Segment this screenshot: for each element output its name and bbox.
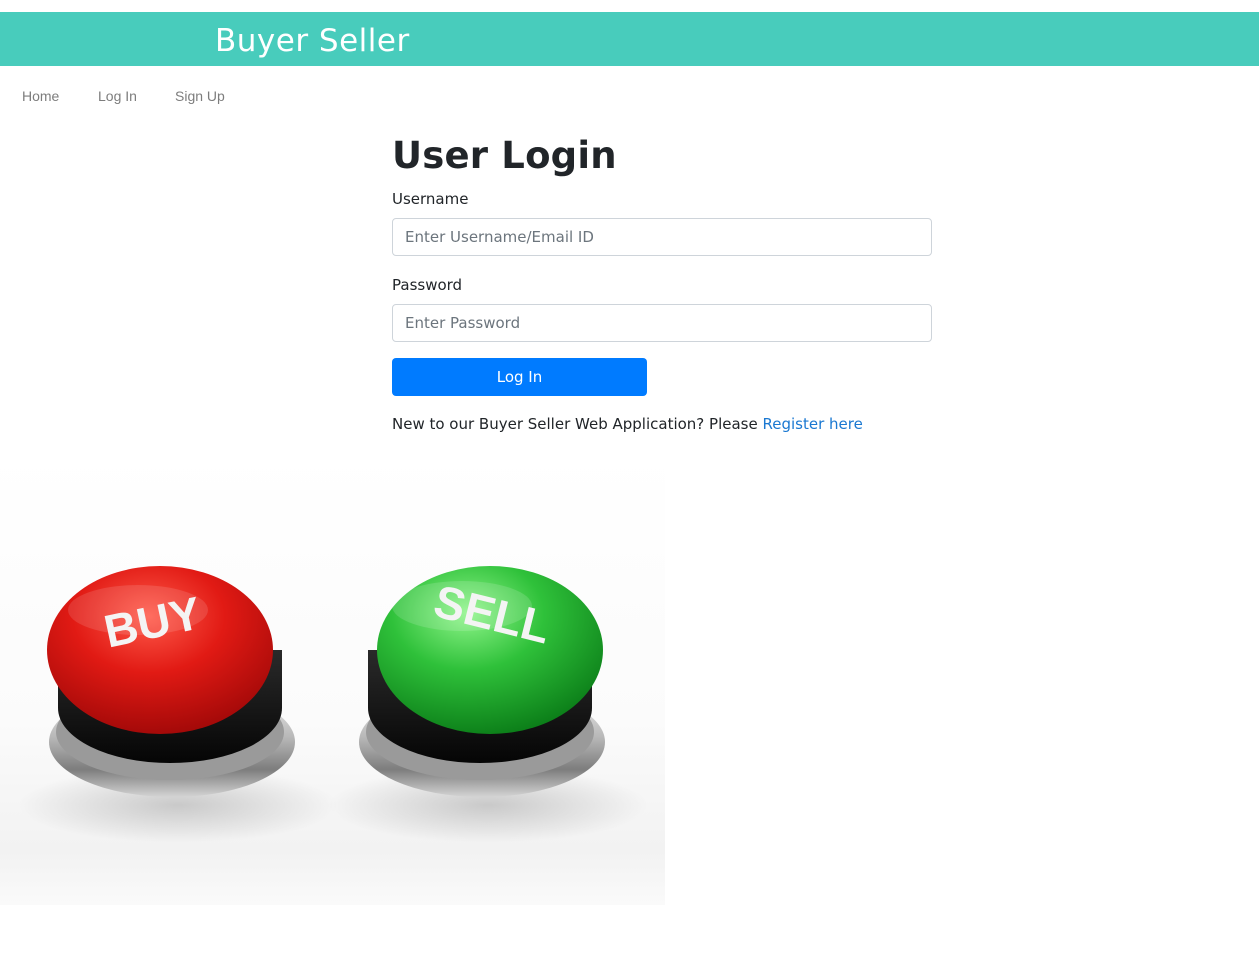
register-link[interactable]: Register here — [762, 415, 862, 433]
password-input[interactable] — [392, 304, 932, 342]
nav-signup-link[interactable]: Sign Up — [175, 88, 225, 104]
login-button[interactable]: Log In — [392, 358, 647, 396]
buy-sell-buttons-illustration: BUY SELL — [18, 566, 648, 843]
buy-button-graphic: BUY — [18, 566, 338, 843]
username-input[interactable] — [392, 218, 932, 256]
page-title: User Login — [392, 134, 617, 177]
nav-home-link[interactable]: Home — [22, 88, 59, 104]
register-prompt: New to our Buyer Seller Web Application?… — [392, 415, 863, 433]
register-prompt-text: New to our Buyer Seller Web Application?… — [392, 415, 763, 433]
sell-button-graphic: SELL — [328, 566, 648, 843]
brand-header: Buyer Seller — [0, 12, 1259, 66]
brand-title: Buyer Seller — [215, 23, 410, 59]
password-label: Password — [392, 276, 463, 294]
username-label: Username — [392, 190, 469, 208]
buy-sell-hero-image: BUY SELL — [0, 450, 665, 905]
nav-login-link[interactable]: Log In — [98, 88, 137, 104]
